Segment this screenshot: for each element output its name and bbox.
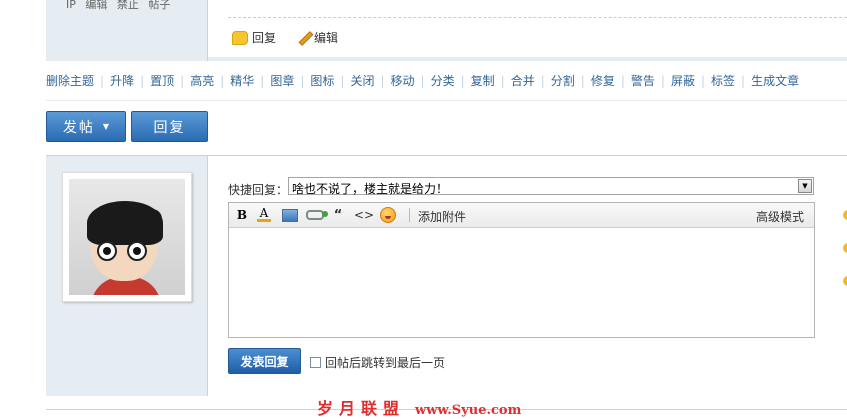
- side-tool-icon[interactable]: [843, 210, 847, 220]
- avatar[interactable]: [69, 179, 185, 295]
- user-panel: [46, 156, 208, 396]
- mod-stick[interactable]: 置顶: [150, 72, 174, 89]
- post-reply-label: 回复: [252, 31, 277, 45]
- mod-warn[interactable]: 警告: [631, 72, 655, 89]
- mod-digest[interactable]: 精华: [230, 72, 254, 89]
- mod-delete-thread[interactable]: 删除主题: [46, 72, 94, 89]
- side-tool-icon[interactable]: [843, 276, 847, 286]
- mod-tags[interactable]: 标签: [711, 72, 735, 89]
- dropdown-arrow-icon[interactable]: ▼: [798, 179, 812, 193]
- side-tool-icon[interactable]: [843, 243, 847, 253]
- mod-move[interactable]: 移动: [391, 72, 415, 89]
- post-actions: 回复 编辑: [232, 29, 338, 46]
- avatar-frame: [62, 172, 192, 302]
- reply-button-label: 回复: [153, 119, 186, 136]
- reply-editor: B A “ <> 添加附件 高级模式: [228, 202, 815, 338]
- mod-merge[interactable]: 合并: [511, 72, 535, 89]
- mod-highlight[interactable]: 高亮: [190, 72, 214, 89]
- quick-reply-selected: 啥也不说了，楼主就是给力！: [292, 182, 449, 196]
- reply-button[interactable]: 回复: [131, 111, 208, 142]
- post-meta: IP 编辑 禁止 帖子: [66, 0, 176, 12]
- caret-down-icon: ▼: [102, 122, 110, 131]
- submit-reply-button[interactable]: 发表回复: [228, 348, 301, 374]
- watermark: 岁月联盟 www.Syue.com: [317, 395, 521, 419]
- quick-reply-section: 快捷回复： 啥也不说了，楼主就是给力！ ▼ B A “ <> 添加附件 高级模式…: [46, 155, 847, 396]
- ip-link[interactable]: IP: [66, 0, 76, 11]
- mod-category[interactable]: 分类: [431, 72, 455, 89]
- mod-close[interactable]: 关闭: [350, 72, 374, 89]
- pencil-icon: [296, 31, 310, 45]
- mod-copy[interactable]: 复制: [471, 72, 495, 89]
- new-post-label: 发帖: [62, 119, 95, 136]
- side-tool-icons: [843, 210, 847, 309]
- posts-link[interactable]: 帖子: [148, 0, 170, 11]
- top-post-author-panel: IP 编辑 禁止 帖子: [46, 0, 208, 61]
- mod-icon[interactable]: 图标: [310, 72, 334, 89]
- image-icon[interactable]: [282, 207, 298, 223]
- code-icon[interactable]: <>: [354, 207, 374, 223]
- post-reply-action[interactable]: 回复: [232, 29, 276, 46]
- bold-icon[interactable]: B: [235, 207, 249, 223]
- post-edit-label: 编辑: [314, 31, 339, 45]
- editor-toolbar: B A “ <> 添加附件 高级模式: [229, 203, 814, 228]
- mod-bump[interactable]: 升降: [110, 72, 134, 89]
- new-post-button[interactable]: 发帖 ▼: [46, 111, 126, 142]
- submit-reply-label: 发表回复: [240, 354, 289, 369]
- watermark-text: 岁月联盟: [317, 399, 406, 418]
- smiley-icon[interactable]: [380, 207, 396, 223]
- link-icon[interactable]: [306, 207, 328, 223]
- mod-stamp[interactable]: 图章: [270, 72, 294, 89]
- quote-icon[interactable]: “: [332, 207, 344, 223]
- reply-form: 快捷回复： 啥也不说了，楼主就是给力！ ▼ B A “ <> 添加附件 高级模式…: [208, 156, 847, 396]
- advanced-mode-link[interactable]: 高级模式: [756, 208, 804, 225]
- mod-repair[interactable]: 修复: [591, 72, 615, 89]
- jump-last-page-checkbox[interactable]: [310, 357, 321, 368]
- moderation-divider: [46, 100, 847, 101]
- moderation-bar: 删除主题 | 升降 | 置顶 | 高亮 | 精华 | 图章 | 图标 | 关闭 | 移动 | 分类…: [46, 72, 800, 89]
- mod-block[interactable]: 屏蔽: [671, 72, 695, 89]
- post-divider: [228, 17, 847, 18]
- reply-bubble-icon: [232, 30, 248, 45]
- mod-generate-article[interactable]: 生成文章: [751, 72, 799, 89]
- jump-last-page-option[interactable]: 回帖后跳转到最后一页: [310, 354, 445, 371]
- reply-textarea[interactable]: [229, 228, 814, 337]
- quick-reply-label: 快捷回复：: [228, 183, 289, 197]
- jump-last-page-label: 回帖后跳转到最后一页: [325, 356, 446, 370]
- mod-split[interactable]: 分割: [551, 72, 575, 89]
- ban-link[interactable]: 禁止: [117, 0, 139, 11]
- post-edit-action[interactable]: 编辑: [296, 29, 338, 46]
- font-color-icon[interactable]: A: [257, 207, 271, 223]
- edit-link[interactable]: 编辑: [85, 0, 107, 11]
- post-footer-bar: [208, 57, 847, 61]
- quick-reply-select[interactable]: 啥也不说了，楼主就是给力！ ▼: [288, 177, 814, 196]
- add-attachment-button[interactable]: 添加附件: [418, 208, 466, 225]
